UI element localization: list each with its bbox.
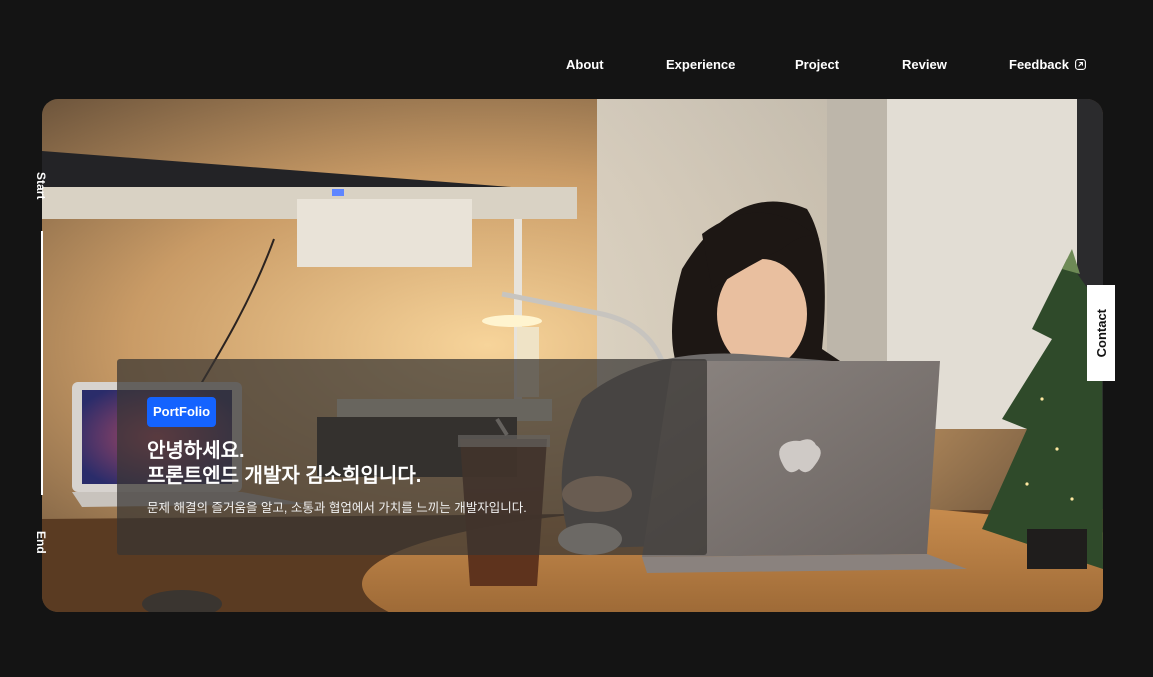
nav-project[interactable]: Project: [795, 56, 839, 74]
contact-tab[interactable]: Contact: [1087, 285, 1115, 381]
nav-about[interactable]: About: [566, 56, 604, 74]
external-link-icon: [1075, 57, 1086, 75]
hero-subline: 문제 해결의 즐거움을 알고, 소통과 협업에서 가치를 느끼는 개발자입니다.: [147, 501, 527, 515]
portfolio-badge: PortFolio: [147, 397, 217, 427]
hero-headline-line2: 프론트엔드 개발자 김소희입니다.: [147, 465, 422, 487]
top-nav: About Experience Project Review Feedback: [0, 56, 1153, 74]
hero-headline-line1: 안녕하세요.: [147, 440, 245, 462]
scroll-end-label: End: [34, 531, 48, 554]
nav-feedback[interactable]: Feedback: [1009, 56, 1086, 75]
page: About Experience Project Review Feedback: [0, 0, 1153, 677]
nav-feedback-label: Feedback: [1009, 57, 1069, 72]
hero-headline: 안녕하세요. 프론트엔드 개발자 김소희입니다.: [147, 439, 421, 489]
nav-review[interactable]: Review: [902, 56, 947, 74]
hero-banner: PortFolio 안녕하세요. 프론트엔드 개발자 김소희입니다. 문제 해결…: [42, 99, 1103, 612]
scroll-progress-line: [41, 231, 43, 495]
contact-label: Contact: [1093, 308, 1109, 358]
scroll-start-label: Start: [34, 172, 48, 200]
nav-experience[interactable]: Experience: [666, 56, 735, 74]
